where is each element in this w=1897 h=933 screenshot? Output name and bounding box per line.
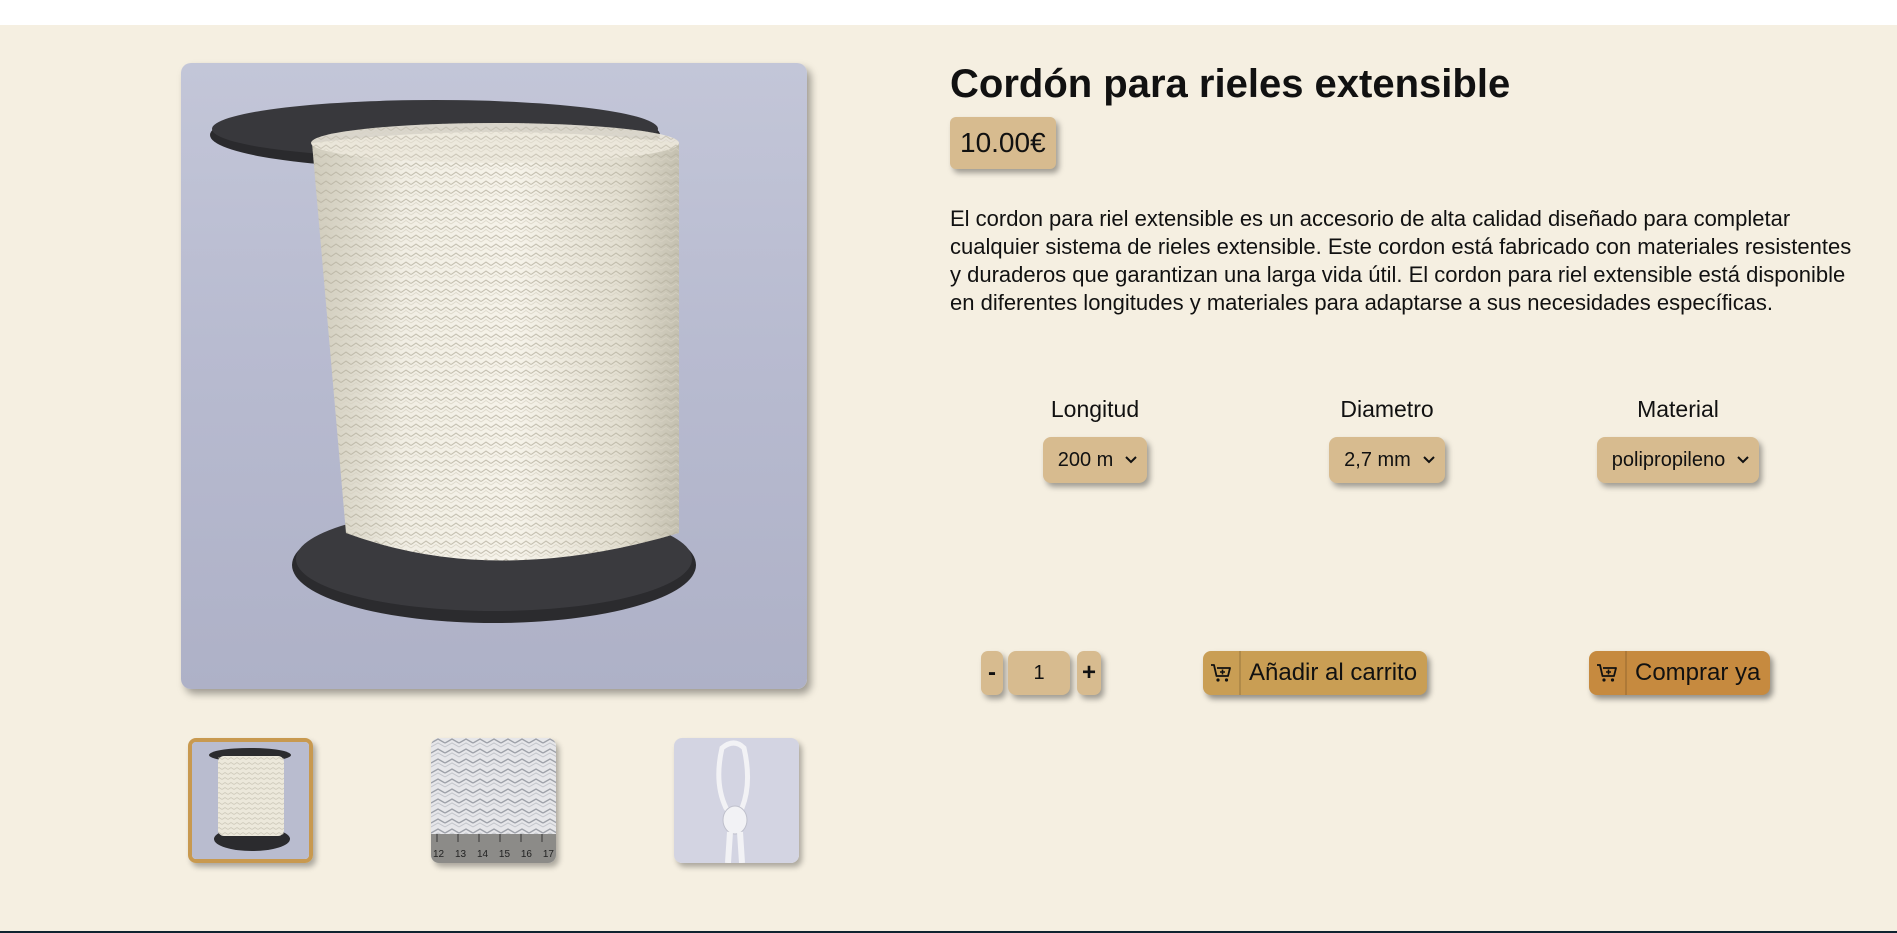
product-description: El cordon para riel extensible es un acc… xyxy=(950,206,1852,315)
add-to-cart-button[interactable]: Añadir al carrito xyxy=(1203,651,1428,695)
buy-now-button[interactable]: Comprar ya xyxy=(1589,651,1771,695)
ruler-label: 15 xyxy=(498,849,511,860)
chevron-down-icon xyxy=(1423,456,1435,464)
ruler-label: 17 xyxy=(542,849,554,860)
select-value: 2,7 mm xyxy=(1344,448,1411,471)
diametro-select[interactable]: 2,7 mm xyxy=(1329,437,1445,483)
main-product-image xyxy=(181,63,807,689)
thumbnail-cord-closeup[interactable]: 12 13 14 15 16 17 xyxy=(431,738,556,863)
option-material: Material polipropileno xyxy=(1596,394,1760,483)
buy-now-label: Comprar ya xyxy=(1635,659,1761,686)
ruler-label: 13 xyxy=(454,849,467,860)
option-diametro: Diametro 2,7 mm xyxy=(1328,394,1446,483)
option-label: Diametro xyxy=(1340,396,1434,422)
option-label: Longitud xyxy=(1050,396,1140,422)
select-value: polipropileno xyxy=(1611,448,1726,471)
chevron-down-icon xyxy=(1737,456,1749,464)
material-select[interactable]: polipropileno xyxy=(1596,437,1760,483)
option-longitud: Longitud 200 m xyxy=(1042,394,1148,483)
quantity-decrease-button[interactable]: - xyxy=(981,651,1003,695)
select-value: 200 m xyxy=(1057,448,1114,471)
cart-plus-icon xyxy=(1203,651,1241,695)
product-page: 12 13 14 15 16 17 Cordón para rieles ext… xyxy=(0,25,1897,931)
thumbnail-spool[interactable] xyxy=(188,738,313,863)
price-badge: 10.00€ xyxy=(950,117,1056,169)
longitud-select[interactable]: 200 m xyxy=(1042,437,1148,483)
ruler-labels: 12 13 14 15 16 17 xyxy=(433,849,554,860)
chevron-down-icon xyxy=(1125,456,1138,464)
thumbnail-knotted-cord[interactable] xyxy=(674,738,799,863)
product-title: Cordón para rieles extensible xyxy=(950,62,1511,106)
quantity-input[interactable]: 1 xyxy=(1008,651,1070,695)
ruler-label: 14 xyxy=(476,849,489,860)
quantity-increase-button[interactable]: + xyxy=(1077,651,1101,695)
ruler-label: 16 xyxy=(520,849,532,860)
add-to-cart-label: Añadir al carrito xyxy=(1249,659,1418,686)
option-label: Material xyxy=(1637,396,1719,422)
ruler-label: 12 xyxy=(433,849,445,860)
cart-plus-icon xyxy=(1589,651,1627,695)
